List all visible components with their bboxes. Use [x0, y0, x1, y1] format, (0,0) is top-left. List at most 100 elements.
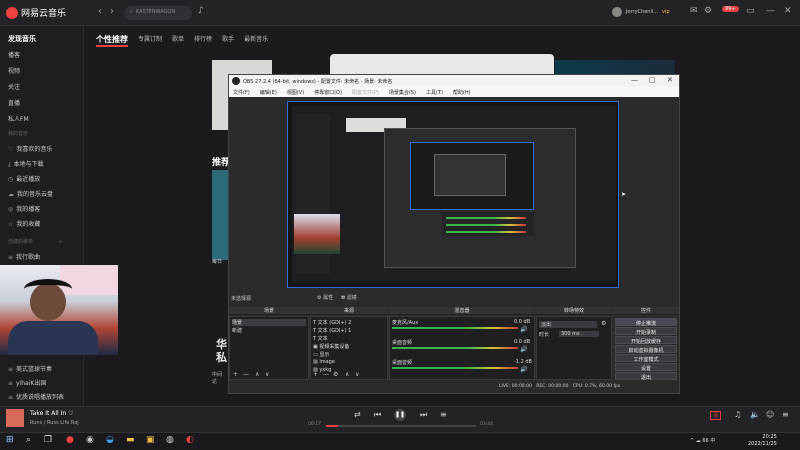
sidebar-item-cloud[interactable]: ☁ 我的音乐云盘: [8, 189, 53, 198]
sound-effect-icon[interactable]: ♫: [734, 410, 741, 419]
settings-icon[interactable]: ⚙: [704, 6, 712, 16]
move-up-icon[interactable]: ∧: [345, 371, 349, 378]
duration-input[interactable]: 300 ms: [559, 331, 599, 337]
menu-scene-collection[interactable]: 场景集合(S): [389, 89, 416, 97]
sidebar-item-video[interactable]: 视频: [8, 66, 20, 75]
app-logo[interactable]: 网易云音乐: [6, 6, 66, 19]
maximize-icon[interactable]: □: [649, 76, 656, 84]
sidebar-item-my-podcast[interactable]: ◎ 我的播客: [8, 204, 40, 213]
source-item[interactable]: T 文本: [313, 335, 328, 342]
tab-playlists[interactable]: 歌单: [172, 34, 184, 47]
menu-profile[interactable]: 配置文件(P): [352, 89, 379, 97]
mini-mode-icon[interactable]: ▭: [746, 6, 755, 16]
move-down-icon[interactable]: ∨: [355, 371, 359, 378]
tab-recommend[interactable]: 个性推荐: [96, 34, 128, 47]
windows-start-icon[interactable]: ⊞: [6, 435, 14, 445]
search-input[interactable]: ⌕ KASTENWAGON: [124, 6, 192, 20]
forward-arrow-icon[interactable]: ›: [110, 6, 114, 17]
exit-button[interactable]: 退出: [615, 372, 677, 381]
source-item[interactable]: ▨ image: [313, 359, 335, 365]
tab-new-music[interactable]: 最新音乐: [244, 34, 268, 47]
menu-docks[interactable]: 停靠窗口(D): [314, 89, 342, 97]
message-badge[interactable]: 99+: [722, 6, 739, 12]
song-title[interactable]: Take It All In ♡: [30, 410, 73, 417]
tab-charts[interactable]: 排行榜: [194, 34, 212, 47]
menu-tools[interactable]: 工具(T): [426, 89, 443, 97]
studio-mode-button[interactable]: 工作室模式: [615, 354, 677, 363]
lyrics-icon[interactable]: ≡: [440, 410, 447, 419]
mic-icon[interactable]: ♪: [198, 6, 204, 16]
sidebar-item-fm[interactable]: 私人FM: [8, 114, 29, 123]
tab-artists[interactable]: 歌手: [222, 34, 234, 47]
virtual-camera-button[interactable]: 启动虚拟摄像机: [615, 345, 677, 354]
sidebar-item-recent[interactable]: ◷ 最近播放: [8, 174, 40, 183]
input-language[interactable]: 中: [710, 438, 715, 444]
stop-streaming-button[interactable]: 停止推流: [615, 318, 677, 327]
move-up-icon[interactable]: ∧: [255, 371, 259, 378]
settings-button[interactable]: 设置: [615, 363, 677, 372]
add-source-icon[interactable]: +: [313, 371, 318, 378]
speaker-icon[interactable]: 🔊: [520, 346, 527, 353]
move-down-icon[interactable]: ∨: [265, 371, 269, 378]
skin-icon[interactable]: ✉: [690, 6, 698, 16]
app-icon[interactable]: ▣: [146, 435, 155, 445]
source-item[interactable]: ▭ 显示: [313, 351, 329, 358]
album-cover[interactable]: [6, 409, 24, 427]
sidebar-item-follow[interactable]: 关注: [8, 82, 20, 91]
speaker-icon[interactable]: 🔊: [520, 326, 527, 333]
add-scene-icon[interactable]: +: [233, 371, 238, 378]
sidebar-playlist[interactable]: ≡ 优质说唱播放列表: [8, 392, 64, 401]
play-mode-icon[interactable]: ⇄: [354, 410, 361, 419]
remove-scene-icon[interactable]: —: [243, 371, 249, 378]
minimize-icon[interactable]: —: [631, 76, 638, 84]
speaker-icon[interactable]: 🔊: [520, 366, 527, 373]
search-icon[interactable]: ⌕: [26, 435, 31, 445]
netease-taskbar-icon[interactable]: ●: [66, 435, 74, 445]
transition-settings-icon[interactable]: ⚙: [601, 320, 606, 327]
tab-exclusive[interactable]: 专属订制: [138, 34, 162, 47]
add-playlist-icon[interactable]: +: [59, 239, 63, 245]
scene-item[interactable]: 新建: [232, 327, 242, 334]
next-icon[interactable]: ⏭: [420, 410, 427, 420]
heart-icon[interactable]: ♡: [68, 410, 73, 417]
system-tray[interactable]: ^ ☁ 66 中: [690, 437, 715, 444]
desktop-lyric-button[interactable]: 词: [710, 411, 722, 420]
clock[interactable]: 20:25 2022/11/25: [748, 434, 777, 448]
progress-bar[interactable]: [326, 425, 476, 427]
sidebar-item-collection[interactable]: ☆ 我的收藏: [8, 219, 40, 228]
sidebar-item-discover[interactable]: 发现音乐: [8, 34, 36, 44]
sidebar-playlist[interactable]: ≡ yihaiK出国: [8, 378, 46, 387]
obs-taskbar-icon[interactable]: ◐: [186, 435, 194, 445]
start-recording-button[interactable]: 开始录制: [615, 327, 677, 336]
menu-view[interactable]: 视图(V): [287, 89, 304, 97]
menu-edit[interactable]: 编辑(E): [260, 89, 277, 97]
back-arrow-icon[interactable]: ‹: [98, 6, 102, 17]
task-view-icon[interactable]: ❐: [44, 435, 52, 445]
sidebar-playlist[interactable]: ≡ 美式篮球节奏: [8, 364, 52, 373]
source-settings-icon[interactable]: ⚙: [333, 371, 338, 378]
artist-name[interactable]: Runs / Russ Life Raj: [30, 420, 79, 426]
source-item[interactable]: T 文本 (GDI+) 1: [313, 327, 351, 334]
obs-preview[interactable]: [287, 101, 619, 288]
replay-buffer-button[interactable]: 开始回放缓存: [615, 336, 677, 345]
previous-icon[interactable]: ⏮: [374, 410, 381, 420]
close-icon[interactable]: ✕: [784, 6, 792, 16]
volume-icon[interactable]: 🔈: [750, 410, 760, 419]
properties-button[interactable]: ⚙ 属性: [317, 294, 333, 301]
chrome-icon[interactable]: ◍: [166, 435, 174, 445]
transition-select[interactable]: 淡出: [539, 321, 597, 328]
explorer-icon[interactable]: ▬: [126, 435, 135, 445]
sidebar-item-liked[interactable]: ♡ 我喜欢的音乐: [8, 144, 52, 153]
source-item[interactable]: T 文本 (GDI+) 2: [313, 319, 351, 326]
minimize-icon[interactable]: —: [766, 6, 775, 16]
close-icon[interactable]: ✕: [667, 76, 673, 84]
edge-icon[interactable]: ◒: [106, 435, 114, 445]
steam-icon[interactable]: ◉: [86, 435, 94, 445]
sidebar-item-local[interactable]: ⤓ 本地与下载: [8, 159, 44, 169]
sidebar-item-podcast[interactable]: 播客: [8, 50, 20, 59]
listen-together-icon[interactable]: ☺: [766, 410, 774, 419]
menu-help[interactable]: 帮助(H): [453, 89, 471, 97]
sidebar-item-live[interactable]: 直播: [8, 98, 20, 107]
sidebar-playlist[interactable]: ≡ 我行歌曲: [8, 252, 40, 261]
playlist-queue-icon[interactable]: ≡: [782, 410, 789, 419]
